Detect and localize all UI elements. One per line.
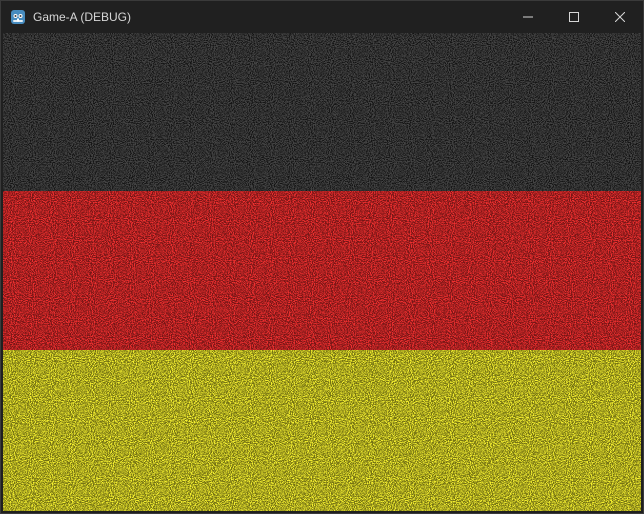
window-title: Game-A (DEBUG) — [33, 10, 132, 24]
game-viewport[interactable] — [3, 33, 641, 511]
close-button[interactable] — [597, 1, 643, 33]
black-band-noise — [3, 33, 641, 191]
minimize-icon — [523, 12, 533, 22]
maximize-button[interactable] — [551, 1, 597, 33]
black-band-speckle — [3, 33, 641, 191]
yellow-band-noise — [3, 350, 641, 511]
red-band-noise — [3, 191, 641, 350]
black-band — [3, 33, 641, 191]
red-band-speckle — [3, 191, 641, 350]
godot-engine-icon — [10, 9, 26, 25]
title-bar[interactable]: Game-A (DEBUG) — [1, 1, 643, 33]
maximize-icon — [569, 12, 579, 22]
minimize-button[interactable] — [505, 1, 551, 33]
game-window: Game-A (DEBUG) — [0, 0, 644, 514]
red-band — [3, 191, 641, 350]
yellow-band-speckle — [3, 350, 641, 511]
yellow-band — [3, 350, 641, 511]
close-icon — [615, 12, 625, 22]
